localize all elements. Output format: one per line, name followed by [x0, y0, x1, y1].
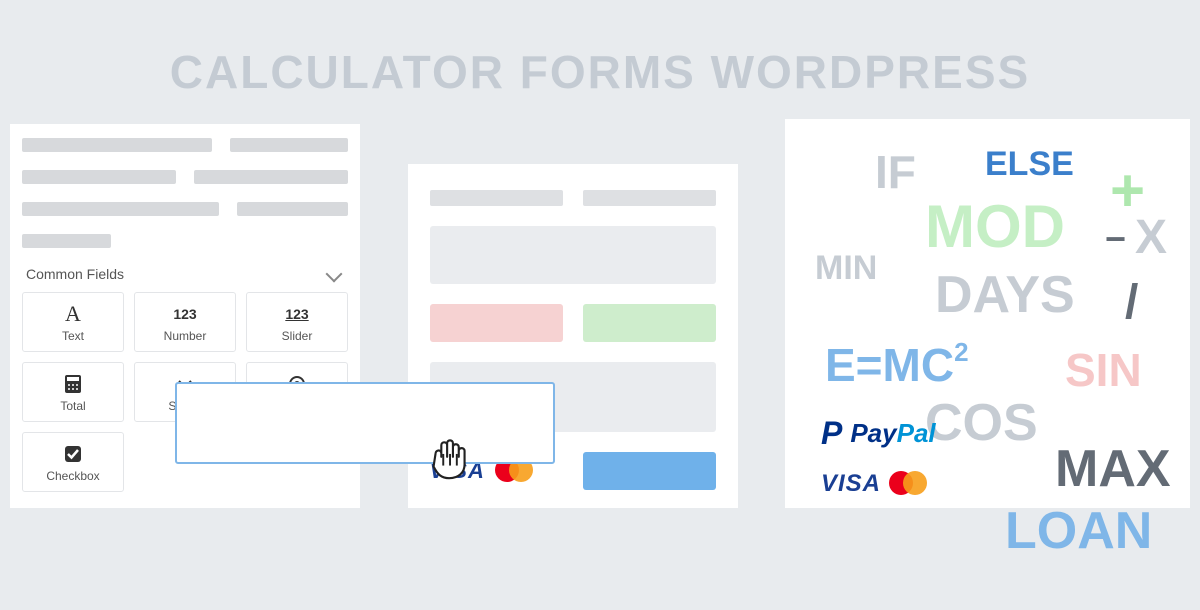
slider-icon: 123 [251, 303, 343, 325]
skeleton-bar [22, 170, 176, 184]
preview-bar [583, 190, 716, 206]
skeleton-row [22, 138, 348, 152]
visa-logo: VISA [821, 470, 881, 498]
submit-button[interactable] [583, 452, 716, 490]
word-else: ELSE [985, 147, 1074, 181]
word-sin: SIN [1065, 347, 1142, 393]
word-max: MAX [1055, 443, 1171, 495]
preview-bar [430, 190, 563, 206]
paypal-p-icon: P [821, 415, 842, 452]
skeleton-bar [22, 202, 219, 216]
skeleton-row [22, 202, 348, 216]
skeleton-row [22, 170, 348, 184]
tile-label: Slider [251, 329, 343, 343]
section-header-label: Common Fields [26, 266, 124, 282]
word-days: DAYS [935, 269, 1075, 321]
preview-row [430, 304, 716, 342]
dragging-field[interactable] [175, 382, 555, 464]
minus-icon: − [1105, 221, 1126, 257]
preview-error-block [430, 304, 563, 342]
preview-row [430, 190, 716, 206]
page-title: CALCULATOR FORMS WORDPRESS [0, 0, 1200, 124]
skeleton-row [22, 234, 348, 248]
common-fields-header[interactable]: Common Fields [22, 258, 348, 292]
form-builder-panel: Common Fields A Text 123 Number 123 Slid… [10, 124, 360, 508]
skeleton-bar [194, 170, 348, 184]
mastercard-logo [889, 471, 929, 497]
checkbox-icon [27, 443, 119, 465]
word-emc2: E=MC2 [825, 339, 969, 388]
word-if: IF [875, 149, 916, 195]
chevron-down-icon [326, 266, 343, 283]
word-mod: MOD [925, 197, 1065, 257]
tile-checkbox[interactable]: Checkbox [22, 432, 124, 492]
word-min: MIN [815, 251, 877, 285]
slash-icon: / [1125, 279, 1138, 327]
formula-cloud-panel: IF ELSE + MOD − X MIN DAYS / E=MC2 SIN C… [785, 119, 1190, 508]
number-icon: 123 [139, 303, 231, 325]
letter-a-icon: A [27, 303, 119, 325]
skeleton-bar [237, 202, 348, 216]
tile-label: Total [27, 399, 119, 413]
word-cos: COS [925, 397, 1038, 449]
preview-success-block [583, 304, 716, 342]
tile-number[interactable]: 123 Number [134, 292, 236, 352]
word-loan: LOAN [1005, 505, 1152, 557]
skeleton-bar [22, 234, 111, 248]
calculator-icon [27, 373, 119, 395]
preview-row [430, 226, 716, 284]
preview-block [430, 226, 716, 284]
tile-label: Checkbox [27, 469, 119, 483]
word-x: X [1135, 214, 1167, 262]
panels: Common Fields A Text 123 Number 123 Slid… [0, 124, 1200, 508]
tile-label: Number [139, 329, 231, 343]
tile-label: Text [27, 329, 119, 343]
tile-slider[interactable]: 123 Slider [246, 292, 348, 352]
skeleton-bar [22, 138, 212, 152]
paypal-logo: P PayPal [821, 415, 936, 452]
tile-text[interactable]: A Text [22, 292, 124, 352]
visa-mc-logos: VISA [821, 470, 929, 498]
skeleton-bar [230, 138, 348, 152]
tile-total[interactable]: Total [22, 362, 124, 422]
paypal-word: PayPal [850, 418, 935, 449]
